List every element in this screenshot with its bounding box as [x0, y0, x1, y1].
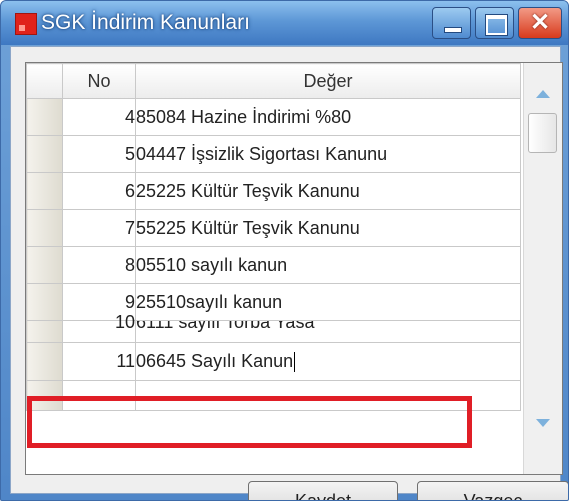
- cell-value[interactable]: 04447 İşsizlik Sigortası Kanunu: [135, 135, 521, 173]
- row-indicator[interactable]: [26, 135, 63, 173]
- cell-no[interactable]: 10: [62, 312, 136, 343]
- header-row: No Değer: [26, 63, 521, 99]
- title-bar[interactable]: SGK İndirim Kanunları ✕: [1, 1, 568, 45]
- cell-value[interactable]: 05510 sayılı kanun: [135, 246, 521, 284]
- maximize-icon: [485, 14, 508, 36]
- cell-value[interactable]: 85084 Hazine İndirimi %80: [135, 98, 521, 136]
- highlight-box: [27, 396, 472, 448]
- cell-value[interactable]: 25225 Kültür Teşvik Kanunu: [135, 172, 521, 210]
- dialog-window: SGK İndirim Kanunları ✕ No Değer 4 85084…: [0, 0, 569, 501]
- table-row[interactable]: 7 55225 Kültür Teşvik Kanunu: [26, 209, 521, 247]
- cell-value[interactable]: 55225 Kültür Teşvik Kanunu: [135, 209, 521, 247]
- dialog-body: No Değer 4 85084 Hazine İndirimi %80 5 0…: [10, 46, 568, 500]
- row-indicator[interactable]: [26, 246, 63, 284]
- cell-no-text: 10: [114, 312, 135, 332]
- app-icon: [15, 13, 37, 35]
- row-indicator[interactable]: [26, 342, 63, 381]
- close-icon: ✕: [529, 9, 551, 36]
- window-title: SGK İndirim Kanunları: [41, 11, 250, 34]
- cancel-button-label: Vazgeç: [463, 491, 523, 501]
- scroll-thumb[interactable]: [528, 113, 557, 153]
- cell-value[interactable]: 6111 sayılı Torba Yasa: [135, 320, 521, 343]
- column-header-no[interactable]: No: [62, 63, 136, 99]
- cell-value[interactable]: 25510sayılı kanun: [135, 283, 521, 321]
- cancel-button[interactable]: Vazgeç: [417, 481, 568, 501]
- cell-no[interactable]: 6: [62, 172, 136, 210]
- row-indicator[interactable]: [26, 98, 63, 136]
- table-row[interactable]: 4 85084 Hazine İndirimi %80: [26, 98, 521, 136]
- minimize-icon: [444, 27, 462, 33]
- cell-edit-text: 06645 Sayılı Kanun: [136, 350, 294, 371]
- table-row[interactable]: 8 05510 sayılı kanun: [26, 246, 521, 284]
- cell-value-editor[interactable]: 06645 Sayılı Kanun: [135, 342, 521, 381]
- grid-table: No Değer 4 85084 Hazine İndirimi %80 5 0…: [26, 63, 521, 411]
- row-indicator[interactable]: [26, 320, 63, 343]
- column-header-value[interactable]: Değer: [135, 63, 521, 99]
- row-indicator[interactable]: [26, 172, 63, 210]
- cell-no[interactable]: 5: [62, 135, 136, 173]
- close-button[interactable]: ✕: [518, 7, 562, 39]
- table-row[interactable]: 10 6111 sayılı Torba Yasa: [26, 312, 521, 343]
- text-cursor: [294, 352, 296, 373]
- save-button-label: Kaydet: [294, 491, 352, 501]
- editing-row[interactable]: 11 06645 Sayılı Kanun: [26, 342, 521, 381]
- vertical-scrollbar[interactable]: [523, 63, 562, 474]
- save-button[interactable]: Kaydet: [248, 481, 398, 501]
- minimize-button[interactable]: [432, 7, 471, 39]
- scroll-up-icon[interactable]: [536, 90, 550, 98]
- row-indicator[interactable]: [26, 209, 63, 247]
- cell-no[interactable]: 8: [62, 246, 136, 284]
- table-row[interactable]: 9 25510sayılı kanun: [26, 283, 521, 321]
- row-indicator[interactable]: [26, 283, 63, 321]
- cell-no[interactable]: 11: [62, 342, 136, 381]
- cell-no[interactable]: 7: [62, 209, 136, 247]
- table-row[interactable]: 5 04447 İşsizlik Sigortası Kanunu: [26, 135, 521, 173]
- row-indicator-header: [26, 63, 63, 99]
- table-row[interactable]: 6 25225 Kültür Teşvik Kanunu: [26, 172, 521, 210]
- scroll-down-icon[interactable]: [536, 419, 550, 427]
- maximize-button[interactable]: [475, 7, 514, 39]
- cell-no[interactable]: 4: [62, 98, 136, 136]
- cell-value-text: 6111 sayılı Torba Yasa: [136, 320, 315, 333]
